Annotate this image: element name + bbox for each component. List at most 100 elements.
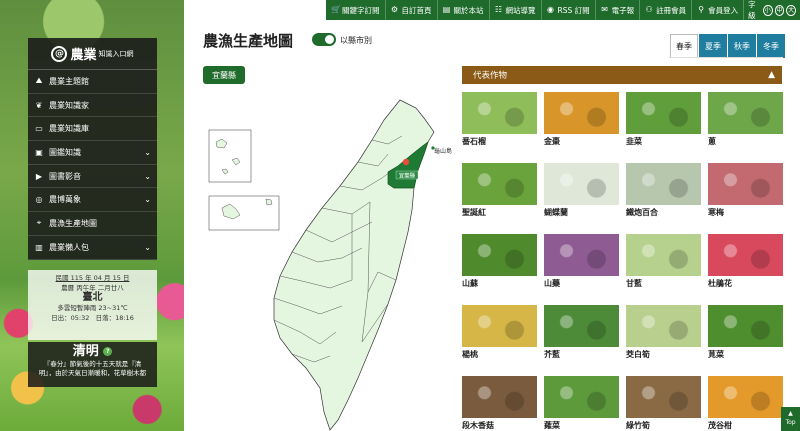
azalea-photo[interactable] <box>708 234 783 276</box>
crop-name[interactable]: 綠竹筍 <box>626 420 701 431</box>
county-toggle[interactable] <box>312 33 336 46</box>
crop-name[interactable]: 甘藍 <box>626 278 701 289</box>
topbar-link-4[interactable]: ◉ RSS 訂閱 <box>542 0 596 20</box>
logo-sub: 知識入口網 <box>98 49 134 58</box>
sidebar-item-3[interactable]: ▣ 圖鑑知識 ⌄ <box>28 141 157 165</box>
crop-name[interactable]: 茭白筍 <box>626 349 701 360</box>
sidebar-item-1[interactable]: ❦ 農業知識家 <box>28 94 157 118</box>
topbar-link-5[interactable]: ✉ 電子報 <box>596 0 641 20</box>
gear-icon: ⚙ <box>390 5 399 14</box>
topbar-link-3[interactable]: ☷ 網站導覽 <box>490 0 542 20</box>
font-size-option[interactable]: 中 <box>774 4 785 16</box>
crop-card[interactable]: 金棗 <box>544 92 619 147</box>
help-icon[interactable]: ? <box>103 347 113 356</box>
tab-season-2[interactable]: 秋季 <box>728 34 756 58</box>
crop-card[interactable]: 韭菜 <box>626 92 701 147</box>
crop-card[interactable]: 茂谷柑 <box>708 376 783 431</box>
crop-name[interactable]: 段木香菇 <box>462 420 537 431</box>
topbar-link-7[interactable]: ⚲ 會員登入 <box>692 0 745 20</box>
crop-name[interactable]: 杜鵑花 <box>708 278 783 289</box>
tab-season-3[interactable]: 冬季 <box>757 34 785 58</box>
starfruit-photo[interactable] <box>462 305 537 347</box>
bird-nest-fern-photo[interactable] <box>462 234 537 276</box>
crop-card[interactable]: 山藥 <box>544 234 619 289</box>
crop-name[interactable]: 番石榴 <box>462 136 537 147</box>
sidebar-item-6[interactable]: ⌖ 農漁生產地圖 <box>28 212 157 236</box>
amaranth-photo[interactable] <box>708 305 783 347</box>
crop-card[interactable]: 楊桃 <box>462 305 537 360</box>
chevron-down-icon[interactable]: ⌄ <box>144 195 151 204</box>
font-size-option[interactable]: 小 <box>762 4 773 16</box>
kumquat-photo[interactable] <box>544 92 619 134</box>
lily-photo[interactable] <box>626 163 701 205</box>
cabbage-photo[interactable] <box>626 234 701 276</box>
crop-card[interactable]: 蔥 <box>708 92 783 147</box>
crop-card[interactable]: 蕹菜 <box>544 376 619 431</box>
water-bamboo-photo[interactable] <box>626 305 701 347</box>
murcott-photo[interactable] <box>708 376 783 418</box>
crop-name[interactable]: 山藥 <box>544 278 619 289</box>
back-to-top-button[interactable]: ▲ Top <box>781 407 800 431</box>
crop-card[interactable]: 芥藍 <box>544 305 619 360</box>
crop-name[interactable]: 金棗 <box>544 136 619 147</box>
crop-name[interactable]: 韭菜 <box>626 136 701 147</box>
sidebar-item-7[interactable]: ▥ 農業懶人包 ⌄ <box>28 236 157 260</box>
taiwan-main-island[interactable] <box>273 99 435 431</box>
crop-name[interactable]: 聖誕紅 <box>462 207 537 218</box>
collapse-caret-icon[interactable]: ▲ <box>768 70 775 80</box>
chevron-down-icon[interactable]: ⌄ <box>144 148 151 157</box>
crop-card[interactable]: 茭白筍 <box>626 305 701 360</box>
site-logo[interactable]: @ 農業 知識入口網 <box>28 38 157 70</box>
tab-season-1[interactable]: 夏季 <box>699 34 727 58</box>
crop-card[interactable]: 山蘇 <box>462 234 537 289</box>
crop-name[interactable]: 山蘇 <box>462 278 537 289</box>
chevron-down-icon[interactable]: ⌄ <box>144 243 151 252</box>
crop-section-header[interactable]: 代表作物 ▲ <box>462 66 782 84</box>
chive-photo[interactable] <box>626 92 701 134</box>
crop-name[interactable]: 茂谷柑 <box>708 420 783 431</box>
scallion-photo[interactable] <box>708 92 783 134</box>
crop-card[interactable]: 蝴蝶蘭 <box>544 163 619 218</box>
topbar-link-6[interactable]: ⚇ 註冊會員 <box>640 0 693 20</box>
crop-card[interactable]: 寒梅 <box>708 163 783 218</box>
crop-card[interactable]: 段木香菇 <box>462 376 537 431</box>
crop-name[interactable]: 楊桃 <box>462 349 537 360</box>
crop-name[interactable]: 莧菜 <box>708 349 783 360</box>
sidebar-item-2[interactable]: ▭ 農業知識庫 <box>28 117 157 142</box>
chevron-down-icon[interactable]: ⌄ <box>144 172 151 181</box>
crop-name[interactable]: 蔥 <box>708 136 783 147</box>
topbar-link-1[interactable]: ⚙ 自訂首頁 <box>386 0 438 20</box>
crop-name[interactable]: 蕹菜 <box>544 420 619 431</box>
plum-blossom-photo[interactable] <box>708 163 783 205</box>
crop-card[interactable]: 聖誕紅 <box>462 163 537 218</box>
crop-card[interactable]: 甘藍 <box>626 234 701 289</box>
crop-name[interactable]: 芥藍 <box>544 349 619 360</box>
topbar-link-0[interactable]: 🛒 關鍵字訂閱 <box>326 0 386 20</box>
sidebar-item-5[interactable]: ◎ 農博萬象 ⌄ <box>28 188 157 213</box>
yam-photo[interactable] <box>544 234 619 276</box>
kale-photo[interactable] <box>544 305 619 347</box>
tab-season-0[interactable]: 春季 <box>670 34 698 58</box>
guava-photo[interactable] <box>462 92 537 134</box>
shiitake-photo[interactable] <box>462 376 537 418</box>
city-name[interactable]: 臺北 <box>28 293 157 303</box>
crop-card[interactable]: 番石榴 <box>462 92 537 147</box>
sidebar-item-0[interactable]: ⛰ 農業主題館 <box>28 70 157 94</box>
crop-card[interactable]: 莧菜 <box>708 305 783 360</box>
crop-name[interactable]: 寒梅 <box>708 207 783 218</box>
crop-name[interactable]: 蝴蝶蘭 <box>544 207 619 218</box>
bamboo-shoot-photo[interactable] <box>626 376 701 418</box>
crop-card[interactable]: 綠竹筍 <box>626 376 701 431</box>
crop-name[interactable]: 鐵炮百合 <box>626 207 701 218</box>
crop-card[interactable]: 杜鵑花 <box>708 234 783 289</box>
poinsettia-photo[interactable] <box>462 163 537 205</box>
water-spinach-photo[interactable] <box>544 376 619 418</box>
sidebar-item-4[interactable]: ▶ 圖書影音 ⌄ <box>28 165 157 189</box>
topbar-link-label: 註冊會員 <box>656 5 687 15</box>
font-size-option[interactable]: 大 <box>786 4 796 16</box>
sunrise: 日出：05:32 <box>51 314 90 322</box>
crop-card[interactable]: 鐵炮百合 <box>626 163 701 218</box>
orchid-photo[interactable] <box>544 163 619 205</box>
county-button[interactable]: 宜蘭縣 <box>203 66 245 84</box>
topbar-link-2[interactable]: ▤ 關於本站 <box>438 0 490 20</box>
